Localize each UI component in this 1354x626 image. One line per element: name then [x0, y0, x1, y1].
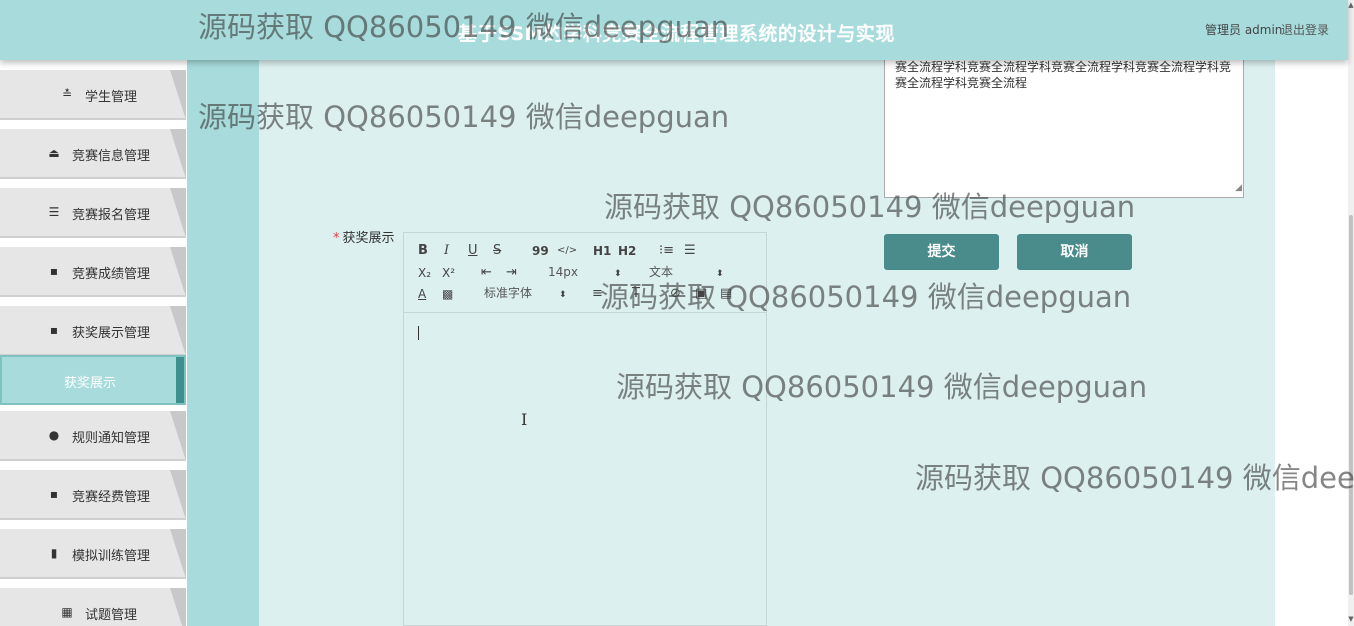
- right-margin: [1275, 60, 1348, 626]
- sidebar-item-funding[interactable]: ▪ 竞赛经费管理: [0, 470, 186, 520]
- sidebar-item-competition-info[interactable]: ⏏ 竞赛信息管理: [0, 129, 186, 179]
- user-icon: ●: [48, 428, 60, 442]
- sidebar-item-rules-notice[interactable]: ● 规则通知管理: [0, 411, 186, 461]
- mouse-ibeam-icon: I: [521, 410, 528, 429]
- grid-icon: ▪: [49, 323, 59, 337]
- menu-wedge: [170, 306, 186, 354]
- menu-wedge: [170, 70, 186, 118]
- sidebar-item-registration[interactable]: ☰ 竞赛报名管理: [0, 188, 186, 238]
- resize-handle-icon[interactable]: ◢: [1235, 180, 1242, 196]
- sidebar-item-label: 竞赛经费管理: [72, 490, 151, 505]
- editor-body[interactable]: [404, 314, 766, 625]
- grid-icon: ▪: [49, 487, 59, 501]
- current-user: 管理员 admin: [1205, 23, 1283, 37]
- align-icon[interactable]: ≡: [592, 286, 603, 302]
- top-header: 基于SSM的学科竞赛全流程管理系统的设计与实现 管理员 admin 退出登录: [0, 0, 1348, 60]
- text-cursor: [418, 326, 419, 340]
- sidebar-item-questions[interactable]: ▦ 试题管理: [0, 588, 186, 626]
- italic-button[interactable]: I: [444, 243, 449, 259]
- menu-wedge: [170, 529, 186, 577]
- menu-wedge: [170, 247, 186, 295]
- rich-text-editor: B I U S 99 </> H1 H2 ⁝≡ ☰ X₂ X² ⇤ ⇥ 14px…: [403, 232, 767, 626]
- underline-button[interactable]: U: [468, 243, 478, 259]
- bullet-list-icon[interactable]: ☰: [684, 243, 696, 259]
- chevron-updown-icon: ⬍: [614, 269, 622, 279]
- bold-button[interactable]: B: [418, 243, 428, 259]
- description-textarea[interactable]: 赛全流程学科竞赛全流程学科竞赛全流程学科竞赛全流程学科竞赛全流程学科竞赛全流程 …: [884, 56, 1244, 198]
- menu-wedge: [170, 411, 186, 459]
- scroll-down-icon[interactable]: ▼: [1348, 614, 1354, 624]
- description-text: 赛全流程学科竞赛全流程学科竞赛全流程学科竞赛全流程学科竞赛全流程学科竞赛全流程: [895, 60, 1232, 90]
- editor-toolbar: B I U S 99 </> H1 H2 ⁝≡ ☰ X₂ X² ⇤ ⇥ 14px…: [404, 233, 766, 313]
- list-icon: ☰: [48, 205, 60, 219]
- required-mark: *: [333, 231, 340, 246]
- background-color-icon[interactable]: ▩: [442, 286, 453, 302]
- grid-small-icon: ▦: [61, 605, 73, 619]
- logout-link[interactable]: 退出登录: [1281, 21, 1329, 38]
- sidebar-item-label: 规则通知管理: [72, 431, 151, 446]
- superscript-button[interactable]: X²: [442, 265, 455, 281]
- chevron-updown-icon: ⬍: [716, 269, 724, 279]
- outdent-icon[interactable]: ⇤: [481, 265, 492, 281]
- quote-button[interactable]: 99: [532, 243, 549, 259]
- paragraph-format-select[interactable]: 文本: [649, 264, 673, 280]
- menu-wedge: [170, 588, 186, 626]
- sidebar-item-label: 试题管理: [85, 608, 138, 623]
- sidebar-item-student-management[interactable]: ≛ 学生管理: [0, 70, 186, 120]
- indent-icon[interactable]: ⇥: [506, 265, 517, 281]
- active-indicator: [176, 357, 184, 403]
- link-icon[interactable]: ⊘: [670, 286, 681, 302]
- sidebar-item-label: 模拟训练管理: [72, 549, 151, 564]
- subscript-button[interactable]: X₂: [418, 265, 431, 281]
- code-button[interactable]: </>: [557, 243, 577, 259]
- award-label-text: 获奖展示: [342, 231, 395, 246]
- content-side-strip: [187, 60, 259, 626]
- system-title: 基于SSM的学科竞赛全流程管理系统的设计与实现: [458, 23, 895, 45]
- font-color-icon[interactable]: A: [418, 286, 426, 302]
- font-family-select[interactable]: 标准字体: [484, 285, 532, 301]
- sidebar-item-label: 学生管理: [85, 90, 138, 105]
- sidebar: ≛ 学生管理 ⏏ 竞赛信息管理 ☰ 竞赛报名管理 ▪ 竞赛成绩管理 ▪ 获奖展示…: [0, 60, 187, 626]
- sidebar-item-label: 竞赛报名管理: [72, 208, 151, 223]
- app-window: 基于SSM的学科竞赛全流程管理系统的设计与实现 管理员 admin 退出登录 ≛…: [0, 0, 1354, 626]
- grid-icon: ▪: [49, 264, 59, 278]
- menu-wedge: [170, 188, 186, 236]
- heading2-button[interactable]: H2: [618, 243, 636, 259]
- heading1-button[interactable]: H1: [593, 243, 611, 259]
- ordered-list-icon[interactable]: ⁝≡: [659, 243, 674, 259]
- sidebar-item-training[interactable]: ▮ 模拟训练管理: [0, 529, 186, 579]
- menu-wedge: [170, 129, 186, 177]
- image-icon[interactable]: ▣: [695, 286, 707, 302]
- scrollbar-thumb[interactable]: [1349, 215, 1353, 595]
- chevron-updown-icon: ⬍: [559, 290, 567, 300]
- sidebar-subitem-award-display[interactable]: 获奖展示: [0, 355, 186, 405]
- sidebar-item-label: 竞赛信息管理: [72, 149, 151, 164]
- award-field-label: * 获奖展示: [333, 227, 395, 246]
- cancel-button[interactable]: 取消: [1017, 234, 1132, 270]
- bar-chart-icon: ▮: [50, 546, 58, 560]
- clear-format-icon[interactable]: T: [632, 286, 640, 302]
- person-icon: ⏏: [48, 146, 60, 160]
- sliders-icon: ≛: [61, 87, 73, 101]
- strikethrough-button[interactable]: S: [493, 243, 501, 259]
- sidebar-item-label: 竞赛成绩管理: [72, 267, 151, 282]
- table-icon[interactable]: ▤: [720, 286, 732, 302]
- submit-button[interactable]: 提交: [884, 234, 999, 270]
- sidebar-item-label: 获奖展示管理: [72, 326, 151, 341]
- sidebar-item-award-management[interactable]: ▪ 获奖展示管理: [0, 306, 186, 356]
- sidebar-item-scores[interactable]: ▪ 竞赛成绩管理: [0, 247, 186, 297]
- font-size-select[interactable]: 14px: [548, 264, 578, 280]
- menu-wedge: [170, 470, 186, 518]
- sidebar-item-label: 获奖展示: [64, 376, 117, 391]
- scroll-up-icon[interactable]: ▲: [1348, 0, 1354, 10]
